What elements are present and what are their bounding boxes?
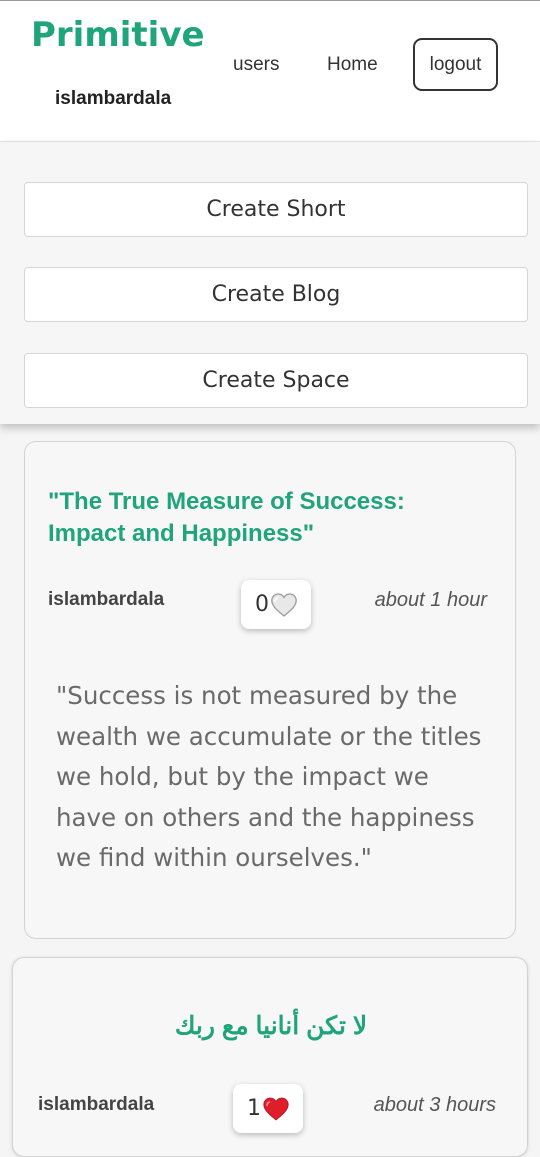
nav-users-link[interactable]: users <box>233 54 279 76</box>
current-username: islambardala <box>55 88 172 109</box>
create-space-button[interactable]: Create Space <box>24 353 528 408</box>
nav-home-link[interactable]: Home <box>327 54 378 76</box>
heart-outline-icon <box>271 592 297 617</box>
post-author[interactable]: islambardala <box>48 589 164 611</box>
brand-logo[interactable]: Primitive <box>31 15 205 55</box>
post-body: "Success is not measured by the wealth w… <box>56 681 482 872</box>
top-navbar: Primitive islambardala users Home logout <box>0 0 540 142</box>
post-author[interactable]: islambardala <box>38 1094 154 1116</box>
post-time: about 1 hour <box>374 589 487 611</box>
post-card: "The True Measure of Success: Impact and… <box>24 441 516 939</box>
logout-button[interactable]: logout <box>413 38 498 91</box>
heart-filled-icon <box>263 1097 289 1120</box>
like-button[interactable]: 1 <box>233 1084 303 1133</box>
like-count: 1 <box>247 1096 261 1121</box>
post-card: لا تكن أنانيا مع ربك islambardala 1 abou… <box>12 957 528 1157</box>
create-short-button[interactable]: Create Short <box>24 182 528 237</box>
like-button[interactable]: 0 <box>241 580 311 629</box>
post-time: about 3 hours <box>373 1094 496 1116</box>
like-count: 0 <box>255 592 269 617</box>
post-title[interactable]: لا تكن أنانيا مع ربك <box>13 1010 529 1042</box>
create-panel: Create Short Create Blog Create Space <box>0 142 540 424</box>
post-title[interactable]: "The True Measure of Success: Impact and… <box>48 486 488 550</box>
create-blog-button[interactable]: Create Blog <box>24 267 528 322</box>
